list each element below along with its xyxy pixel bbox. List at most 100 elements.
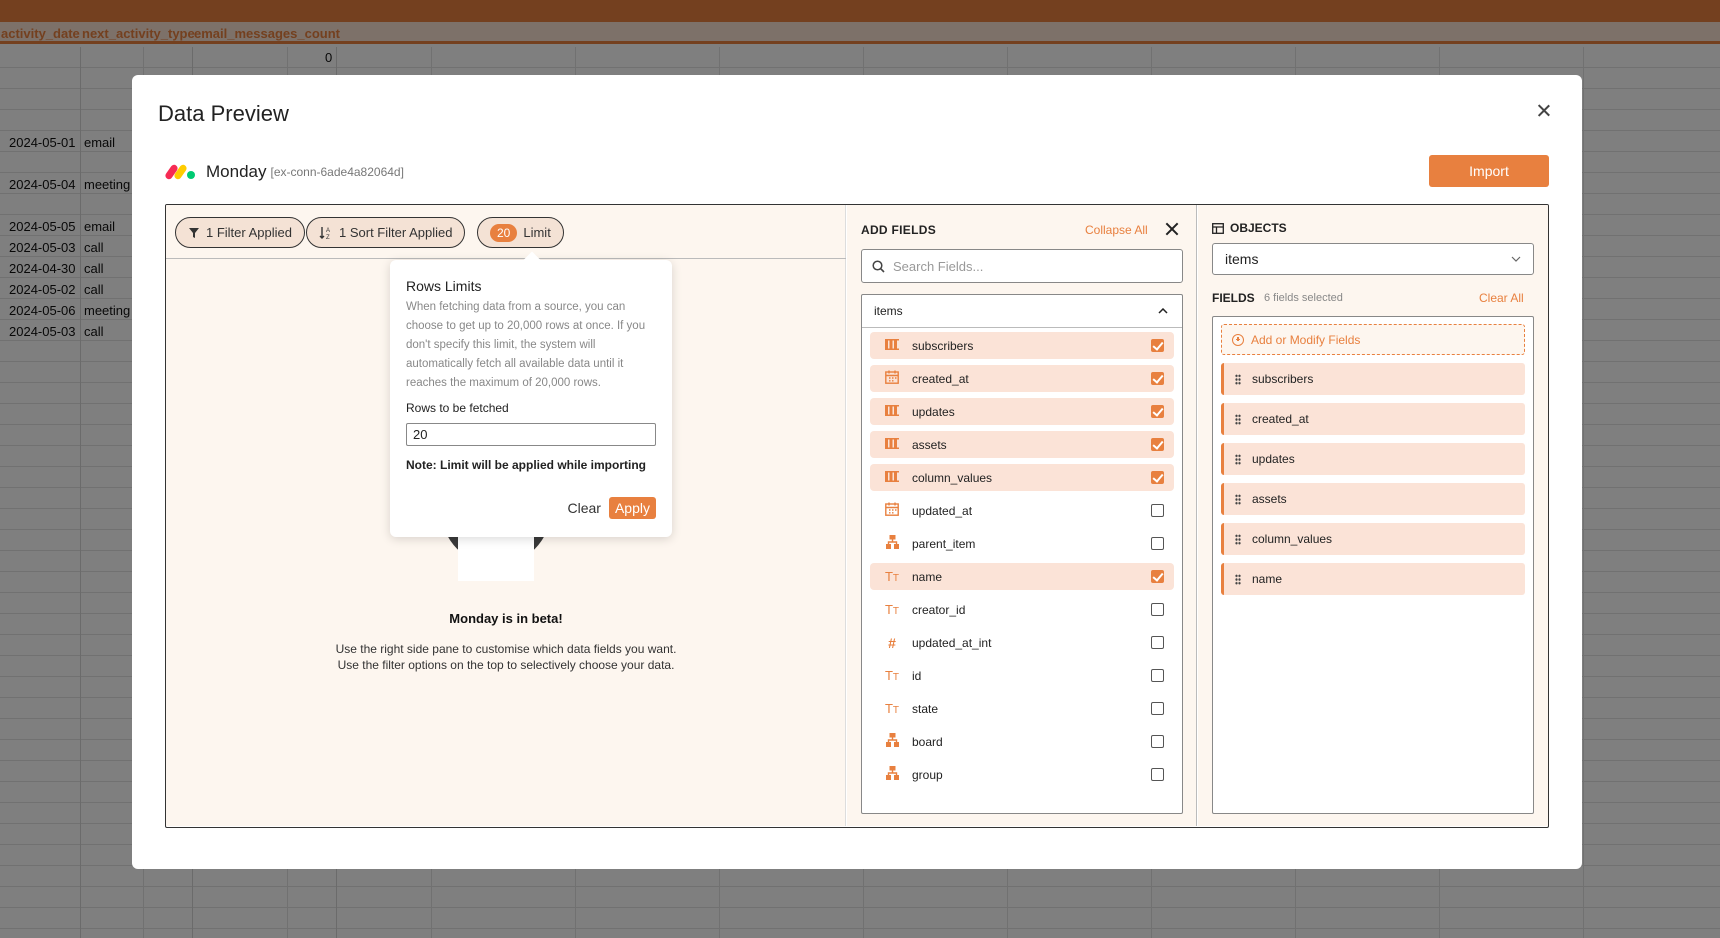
field-row-column-values[interactable]: column_values <box>870 464 1174 491</box>
selected-field-label: subscribers <box>1252 372 1314 386</box>
rows-limit-popover: Rows Limits When fetching data from a so… <box>390 260 672 537</box>
data-preview-modal: Data Preview Monday [ex-conn-6ade4a82064… <box>132 75 1582 869</box>
popover-actions: Clear Apply <box>568 497 656 519</box>
selected-field-updates[interactable]: updates <box>1221 443 1525 475</box>
monday-logo-icon <box>164 161 196 183</box>
filter-chip[interactable]: 1 Filter Applied <box>175 217 305 248</box>
hierarchy-icon <box>884 733 900 750</box>
objects-title: OBJECTS <box>1230 221 1287 235</box>
add-modify-label: Add or Modify Fields <box>1251 332 1361 347</box>
field-row-board[interactable]: board <box>870 728 1174 755</box>
preview-pane: 1 Filter Applied AZ 1 Sort Filter Applie… <box>166 205 846 826</box>
collapse-all-link[interactable]: Collapse All <box>1085 223 1148 237</box>
filter-icon <box>189 227 199 238</box>
field-checkbox[interactable] <box>1151 504 1164 517</box>
field-row-group[interactable]: group <box>870 761 1174 788</box>
fields-list: items subscribers created_atupdates assets… <box>861 294 1183 814</box>
rows-input[interactable] <box>406 423 656 446</box>
field-name: updated_at_int <box>912 635 992 650</box>
text-icon: TT <box>884 701 900 716</box>
clear-button[interactable]: Clear <box>568 500 601 516</box>
group-header-items[interactable]: items <box>862 295 1182 328</box>
hierarchy-icon <box>884 535 900 552</box>
close-icon[interactable] <box>1534 101 1554 121</box>
field-row-name[interactable]: TT name <box>870 563 1174 590</box>
selected-field-label: updates <box>1252 452 1295 466</box>
selected-field-created-at[interactable]: created_at <box>1221 403 1525 435</box>
field-row-updates[interactable]: updates <box>870 398 1174 425</box>
rows-label: Rows to be fetched <box>406 401 509 415</box>
field-row-updated-at[interactable]: updated_at <box>870 497 1174 524</box>
field-row-created-at[interactable]: created_at <box>870 365 1174 392</box>
field-name: column_values <box>912 470 993 485</box>
field-row-creator-id[interactable]: TT creator_id <box>870 596 1174 623</box>
svg-text:A: A <box>326 228 330 234</box>
modal-title: Data Preview <box>158 101 289 126</box>
drag-handle-icon[interactable] <box>1235 533 1241 545</box>
field-rows: subscribers created_atupdates assets column… <box>862 328 1182 788</box>
drag-handle-icon[interactable] <box>1235 453 1241 465</box>
hierarchy-icon <box>884 766 900 783</box>
field-row-id[interactable]: TT id <box>870 662 1174 689</box>
field-row-state[interactable]: TT state <box>870 695 1174 722</box>
limit-chip[interactable]: 20 Limit <box>477 217 564 248</box>
field-name: board <box>912 734 943 749</box>
add-modify-fields-button[interactable]: Add or Modify Fields <box>1221 324 1525 355</box>
drag-handle-icon[interactable] <box>1235 493 1241 505</box>
calendar-icon <box>884 370 900 387</box>
field-checkbox[interactable] <box>1151 603 1164 616</box>
field-checkbox[interactable] <box>1151 702 1164 715</box>
field-checkbox[interactable] <box>1151 768 1164 781</box>
field-checkbox[interactable] <box>1151 372 1164 385</box>
empty-state-line: Use the right side pane to customise whi… <box>335 642 677 656</box>
chevron-up-icon <box>1158 308 1168 314</box>
object-select[interactable]: items <box>1212 243 1534 275</box>
field-name: updated_at <box>912 503 973 518</box>
empty-state-text: Use the right side pane to customise whi… <box>166 641 846 673</box>
popover-title: Rows Limits <box>406 278 482 294</box>
plus-circle-icon <box>1232 333 1244 346</box>
selected-field-name[interactable]: name <box>1221 563 1525 595</box>
field-row-subscribers[interactable]: subscribers <box>870 332 1174 359</box>
selected-field-items: subscribers created_atupdates assets column… <box>1221 363 1525 595</box>
drag-handle-icon[interactable] <box>1235 413 1241 425</box>
empty-state-title: Monday is in beta! <box>449 611 563 626</box>
field-checkbox[interactable] <box>1151 471 1164 484</box>
field-checkbox[interactable] <box>1151 438 1164 451</box>
sort-chip[interactable]: AZ 1 Sort Filter Applied <box>306 217 466 248</box>
field-row-parent-item[interactable]: parent_item <box>870 530 1174 557</box>
apply-button[interactable]: Apply <box>608 497 656 519</box>
field-checkbox[interactable] <box>1151 735 1164 748</box>
field-name: creator_id <box>912 602 966 617</box>
field-row-updated-at-int[interactable]: # updated_at_int <box>870 629 1174 656</box>
search-input[interactable] <box>893 258 1153 274</box>
field-row-assets[interactable]: assets <box>870 431 1174 458</box>
columns-icon <box>884 437 900 452</box>
field-checkbox[interactable] <box>1151 669 1164 682</box>
field-name: subscribers <box>912 338 974 353</box>
field-checkbox[interactable] <box>1151 339 1164 352</box>
filter-chip-label: 1 Filter Applied <box>206 225 292 240</box>
field-checkbox[interactable] <box>1151 405 1164 418</box>
import-button[interactable]: Import <box>1429 155 1549 187</box>
object-select-value: items <box>1225 251 1259 267</box>
columns-icon <box>884 470 900 485</box>
source-name: Monday <box>206 162 267 181</box>
hash-icon: # <box>888 634 896 651</box>
close-icon[interactable] <box>1164 221 1180 237</box>
drag-handle-icon[interactable] <box>1235 573 1241 585</box>
add-fields-pane: ADD FIELDS Collapse All items subscriber… <box>847 205 1197 826</box>
limit-badge: 20 <box>490 223 518 242</box>
search-field[interactable] <box>861 249 1183 283</box>
preview-toolbar: 1 Filter Applied AZ 1 Sort Filter Applie… <box>166 205 846 259</box>
field-checkbox[interactable] <box>1151 537 1164 550</box>
clear-all-link[interactable]: Clear All <box>1479 291 1524 305</box>
selected-field-column-values[interactable]: column_values <box>1221 523 1525 555</box>
limit-chip-label: Limit <box>523 225 551 240</box>
drag-handle-icon[interactable] <box>1235 373 1241 385</box>
field-checkbox[interactable] <box>1151 636 1164 649</box>
field-checkbox[interactable] <box>1151 570 1164 583</box>
selected-field-assets[interactable]: assets <box>1221 483 1525 515</box>
selected-field-subscribers[interactable]: subscribers <box>1221 363 1525 395</box>
field-name: state <box>912 701 939 716</box>
